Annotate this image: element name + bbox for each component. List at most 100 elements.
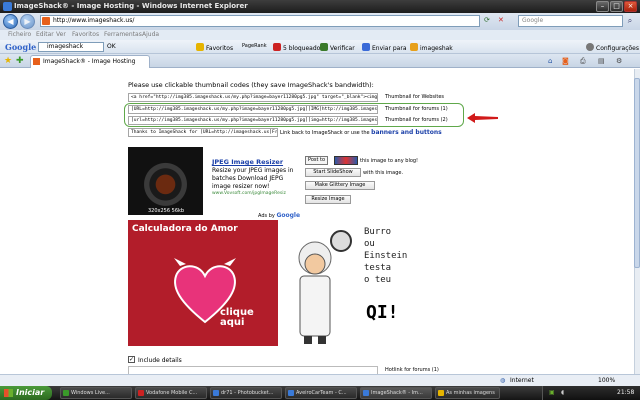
forward-button[interactable]: ▶ [20,14,35,29]
task-item[interactable]: Windows Live... [60,387,132,399]
window-title: ImageShack® - Image Hosting - Windows In… [14,2,248,10]
task-label: ImageShack® - Im... [371,390,423,396]
menu-file[interactable]: Ficheiro [8,31,31,38]
menu-tools[interactable]: Ferramentas [104,31,142,38]
burro-line: testa [364,263,392,273]
block-icon [273,43,281,51]
app-icon [363,390,369,396]
linkback-text: Link back to ImageShack or use the banne… [280,129,442,136]
star-icon [196,43,204,51]
intro-text: Please use clickable thumbnail codes (th… [128,81,374,89]
favoritos-button[interactable]: Favoritos [196,43,233,52]
include-details-checkbox[interactable]: ✓ [128,356,135,363]
code-field-linkback[interactable]: Thanks to ImageShack for [URL=http://ima… [128,128,278,137]
imageshack-icon [410,43,418,51]
title-bar: ImageShack® - Image Hosting - Windows In… [0,0,640,13]
google-go-button[interactable]: OK [107,43,116,50]
print-icon[interactable]: ⎙ [580,57,586,66]
banner-left-panel: Calculadora do Amor clique aqui [128,220,278,346]
maximize-button[interactable]: □ [610,1,623,12]
code-field-websites[interactable]: <a href="http://img385.imageshack.us/my.… [128,93,378,102]
ad-title-link[interactable]: JPEG Image Resizer [212,158,283,166]
spellcheck-label: Verificar [330,45,355,52]
start-label: Iniciar [16,388,45,397]
check-icon [320,43,328,51]
banner-right-panel: Burro ou Einstein testa o teu QI! [278,220,428,346]
task-item[interactable]: As minhas imagens [435,387,500,399]
app-icon [138,390,144,396]
task-item-active[interactable]: ImageShack® - Im... [360,387,432,399]
site-favicon-icon [42,17,50,25]
highlight-box [124,103,464,127]
resize-image-button[interactable]: Resize Image [305,195,351,204]
add-favorite-icon[interactable]: ✚ [16,56,24,66]
page-menu-icon[interactable]: ▤ [598,57,605,65]
red-arrow-icon [467,113,498,123]
love-calculator-banner[interactable]: Calculadora do Amor clique aqui Burro ou … [128,220,428,346]
home-icon[interactable]: ⌂ [548,57,552,65]
spellcheck-button[interactable]: Verificar [320,43,355,52]
clique-aqui-text: clique aqui [220,308,254,328]
folder-icon [438,390,444,396]
globe-icon: ◍ [500,377,506,384]
make-glittery-button[interactable]: Make Glittery Image [305,181,375,190]
zoom-level[interactable]: 100% [598,377,615,384]
minimize-button[interactable]: – [596,1,609,12]
send-to-button[interactable]: Enviar para [362,43,407,52]
burro-text: Burro ou Einstein testa o teu [364,226,407,286]
network-icon[interactable]: ▣ [549,386,555,400]
close-button[interactable]: × [624,1,637,12]
menu-edit[interactable]: Editar [36,31,54,38]
ads-by-google[interactable]: Ads by Google [258,212,300,219]
start-button[interactable]: Iniciar [0,386,52,400]
send-icon [362,43,370,51]
banners-link[interactable]: banners and buttons [371,129,442,136]
menu-view[interactable]: Ver [56,31,66,38]
image-thumbnail[interactable] [128,147,203,215]
ad-url[interactable]: www.Vovsoft.com/jpgImageResiz [212,191,286,196]
clock[interactable]: 21:58 [617,386,634,400]
search-icon[interactable]: ⌕ [624,16,636,27]
blog-service-icon[interactable] [334,156,358,165]
scrollbar-thumb[interactable] [634,78,640,268]
menu-help[interactable]: Ajuda [142,31,159,38]
banner-title: Calculadora do Amor [132,224,238,234]
stop-icon[interactable]: ✕ [498,16,504,24]
gear-icon [586,43,594,51]
tab-favicon-icon [33,58,40,65]
feeds-icon[interactable]: ◙ [562,57,569,65]
menu-bar: Ficheiro Editar Ver Favoritos Ferramenta… [0,30,640,40]
task-label: dr71 - Photobucket... [221,390,274,396]
app-icon [213,390,219,396]
back-button[interactable]: ◀ [3,14,18,29]
burro-line: ou [364,239,375,249]
favorites-star-icon[interactable]: ★ [4,56,12,66]
post-to-button[interactable]: Post to [305,156,329,165]
url-input[interactable]: http://www.imageshack.us/ [40,15,480,27]
settings-button[interactable]: Configurações [586,43,639,52]
ads-by-label: Ads by [258,213,275,219]
search-input[interactable]: Google [518,15,623,27]
ad-line-3: image resizer now! [212,183,270,190]
task-label: Windows Live... [71,390,110,396]
task-label: AveiroCarTeam - C... [296,390,347,396]
burro-line: Burro [364,227,392,237]
task-item[interactable]: AveiroCarTeam - C... [285,387,357,399]
imageshack-button[interactable]: imageshak [410,43,453,52]
popup-blocker-button[interactable]: 5 bloqueado [273,43,320,52]
ads-google-label: Google [276,212,301,219]
menu-favorites[interactable]: Favoritos [72,31,99,38]
google-toolbar: Google imageshack OK Favoritos PageRank … [0,40,640,54]
tab-imageshack[interactable]: ImageShack® - Image Hosting [30,55,150,68]
code-field-details[interactable] [128,366,378,374]
start-slideshow-button[interactable]: Start SlideShow [305,168,361,177]
burro-line: Einstein [364,251,408,261]
refresh-icon[interactable]: ⟳ [484,16,490,24]
volume-icon[interactable]: ◖ [561,386,564,400]
task-item[interactable]: dr71 - Photobucket... [210,387,282,399]
app-icon [63,390,69,396]
tools-menu-icon[interactable]: ⚙ [616,57,622,65]
google-search-input[interactable]: imageshack [38,42,104,52]
task-item[interactable]: Vodafone Mobile C... [135,387,207,399]
security-zone: Internet [510,377,534,384]
